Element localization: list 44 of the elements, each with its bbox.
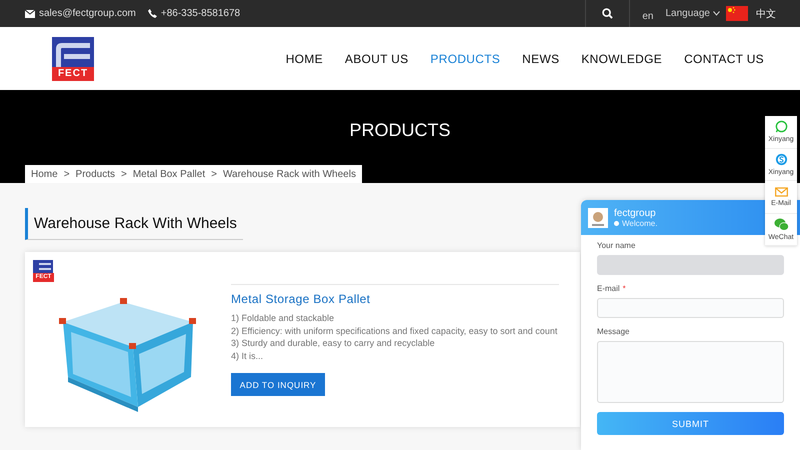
feature-text: 3) Sturdy and durable, easy to carry and recyclable	[231, 337, 436, 350]
nav-link[interactable]: ABOUT US	[344, 52, 408, 66]
nav-link[interactable]: NEWS	[522, 52, 560, 66]
chat-status: Welcome.	[622, 218, 658, 228]
phone-number: +86-335-8581678	[160, 8, 240, 19]
product-title[interactable]: Metal Storage Box Pallet	[231, 292, 580, 306]
nav-link[interactable]: KNOWLEDGE	[581, 52, 662, 66]
breadcrumb-link[interactable]: Home	[31, 168, 58, 180]
china-flag-icon[interactable]	[726, 6, 748, 21]
nav-link[interactable]: HOME	[286, 52, 323, 66]
email-link[interactable]: sales@fectgroup.com	[39, 8, 136, 19]
input-field[interactable]	[597, 255, 784, 275]
breadcrumb-link[interactable]: Warehouse Rack with Wheels	[222, 168, 356, 180]
breadcrumb-separator: >	[64, 168, 70, 180]
add-to-inquiry-button[interactable]: ADD TO INQUIRY	[231, 373, 325, 396]
required-mark: *	[622, 284, 626, 293]
language-code: en	[642, 11, 654, 22]
section-title: Warehouse Rack With Wheels	[25, 208, 243, 240]
search-icon[interactable]	[602, 8, 614, 19]
breadcrumb-link[interactable]: Metal Box Pallet	[132, 168, 206, 180]
field-label: E-mail	[597, 284, 620, 293]
skype-icon[interactable]	[774, 152, 788, 166]
phone-icon	[148, 9, 157, 18]
field-label: Your name	[597, 241, 636, 250]
envelope-icon	[25, 10, 35, 18]
nav-link[interactable]: CONTACT US	[684, 52, 764, 66]
message-field[interactable]	[597, 341, 784, 403]
feature-text: 2) Efficiency: with uniform specifications and fixed capacity, easy to sort and count	[231, 324, 558, 337]
breadcrumb-link[interactable]: Products	[76, 168, 115, 180]
feature-text: 1) Foldable and stackable	[231, 312, 336, 324]
chevron-down-icon[interactable]	[713, 11, 720, 16]
input-field[interactable]	[597, 298, 784, 318]
chat-bubble-icon[interactable]	[774, 120, 788, 134]
language-dropdown[interactable]: Language	[666, 8, 720, 19]
chat-name: fectgroup	[614, 208, 657, 218]
banner-title: PRODUCTS	[349, 120, 450, 141]
wechat-icon[interactable]	[774, 218, 788, 231]
feature-text: 4) It is...	[231, 350, 264, 362]
field-label: Message	[597, 327, 630, 336]
chinese-language-link[interactable]: 中文	[756, 6, 776, 20]
breadcrumb-separator: >	[121, 168, 127, 180]
envelope-icon[interactable]	[774, 186, 788, 197]
breadcrumb-separator: >	[211, 168, 217, 180]
nav-link[interactable]: PRODUCTS	[430, 52, 500, 66]
